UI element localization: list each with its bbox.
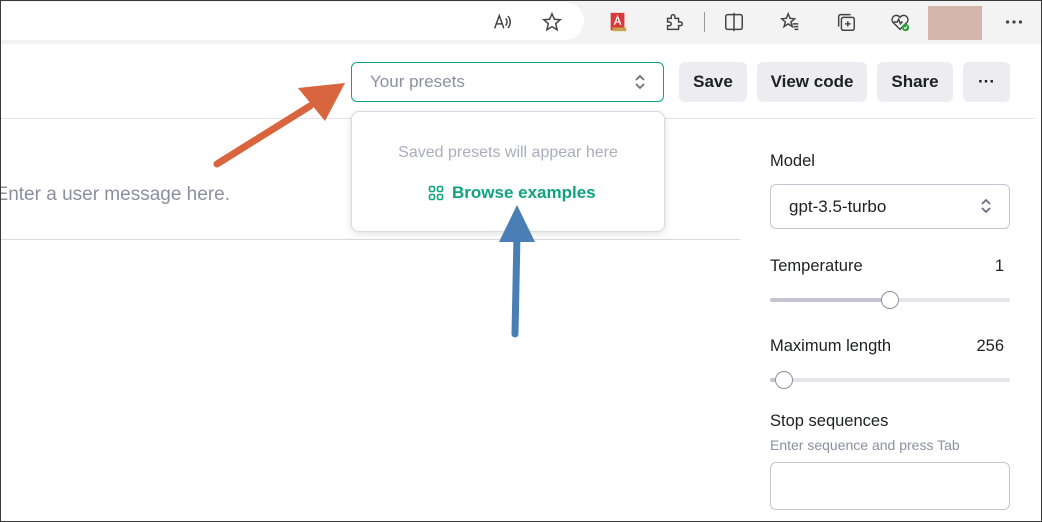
toolbar-divider bbox=[704, 12, 705, 32]
profile-avatar[interactable] bbox=[928, 6, 982, 40]
temperature-slider[interactable] bbox=[770, 291, 1010, 309]
more-options-icon[interactable] bbox=[1000, 8, 1028, 36]
favorite-star-icon[interactable] bbox=[538, 8, 566, 36]
browse-examples-label: Browse examples bbox=[452, 183, 596, 202]
chevron-up-down-icon bbox=[981, 198, 991, 214]
max-length-label: Maximum length bbox=[770, 337, 892, 355]
message-divider bbox=[0, 239, 740, 240]
presets-dropdown: Saved presets will appear here Browse ex… bbox=[351, 111, 665, 232]
pdf-extension-icon[interactable] bbox=[604, 8, 632, 36]
temperature-slider-thumb[interactable] bbox=[881, 291, 899, 309]
model-label: Model bbox=[770, 152, 815, 170]
temperature-slider-fill bbox=[770, 298, 890, 302]
chevron-up-down-icon bbox=[635, 74, 645, 90]
grid-icon bbox=[428, 185, 444, 201]
browser-toolbar bbox=[0, 0, 1042, 44]
stop-sequences-hint: Enter sequence and press Tab bbox=[770, 437, 960, 453]
extensions-icon[interactable] bbox=[660, 8, 688, 36]
user-message-placeholder: Enter a user message here. bbox=[0, 184, 230, 205]
browser-essentials-icon[interactable] bbox=[886, 8, 914, 36]
presets-placeholder: Your presets bbox=[370, 72, 465, 91]
split-screen-icon[interactable] bbox=[720, 8, 748, 36]
temperature-value[interactable]: 1 bbox=[995, 257, 1004, 276]
model-value: gpt-3.5-turbo bbox=[789, 196, 887, 216]
stop-sequences-input[interactable] bbox=[770, 462, 1010, 510]
collections-icon[interactable] bbox=[832, 8, 860, 36]
user-message-input[interactable]: Enter a user message here. bbox=[0, 184, 230, 208]
favorites-icon[interactable] bbox=[776, 8, 804, 36]
max-length-slider[interactable] bbox=[770, 371, 1010, 389]
save-button[interactable]: Save bbox=[679, 62, 747, 102]
presets-empty-text: Saved presets will appear here bbox=[398, 144, 618, 161]
more-actions-button[interactable]: ··· bbox=[963, 62, 1010, 102]
presets-select[interactable]: Your presets bbox=[351, 62, 664, 102]
view-code-button[interactable]: View code bbox=[757, 62, 867, 102]
max-length-slider-thumb[interactable] bbox=[775, 371, 794, 389]
browse-examples-link[interactable]: Browse examples bbox=[428, 182, 596, 204]
max-length-value[interactable]: 256 bbox=[976, 337, 1004, 356]
scrollbar-gutter bbox=[1035, 44, 1041, 522]
share-button[interactable]: Share bbox=[877, 62, 953, 102]
temperature-label: Temperature bbox=[770, 257, 863, 275]
model-select[interactable]: gpt-3.5-turbo bbox=[770, 184, 1010, 229]
read-aloud-icon[interactable] bbox=[488, 8, 516, 36]
stop-sequences-label: Stop sequences bbox=[770, 412, 889, 430]
